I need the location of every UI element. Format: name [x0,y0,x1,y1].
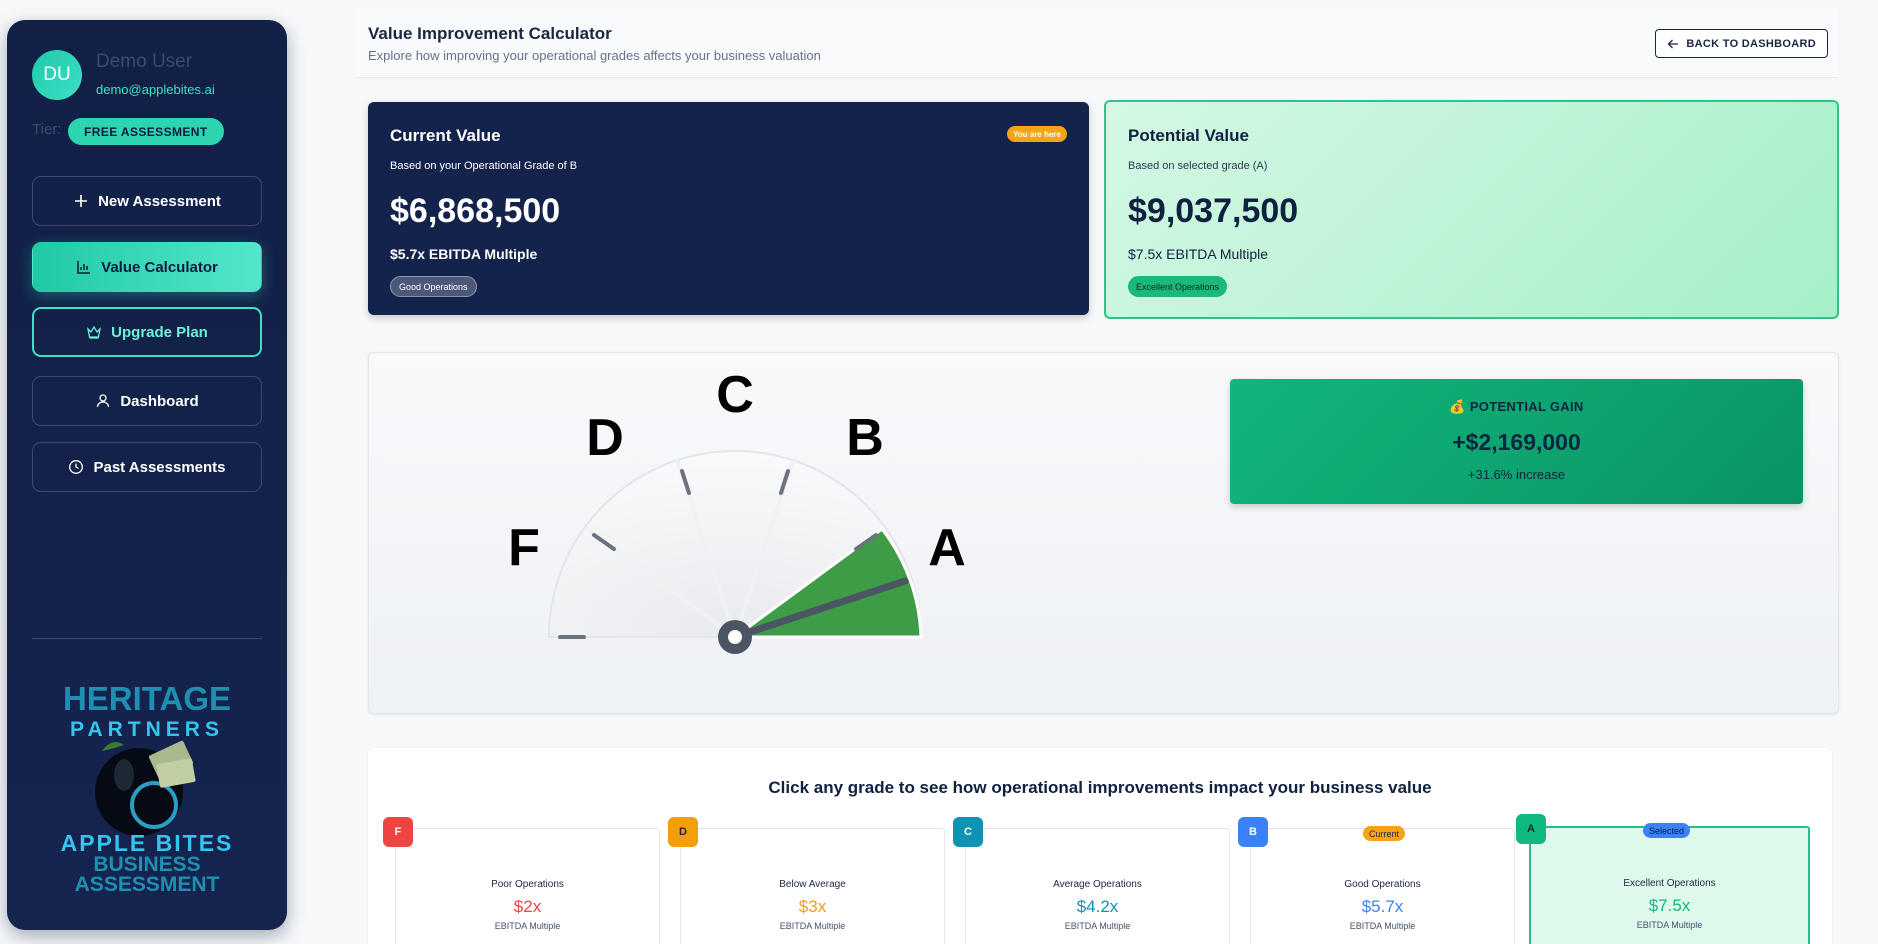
you-are-here-badge: You are here [1007,126,1067,142]
clock-icon [69,460,84,474]
plus-icon [75,195,88,207]
avatar: DU [32,50,82,100]
grade-letter-d[interactable]: D [668,817,698,847]
grade-multiple-label: EBITDA Multiple [1636,920,1703,930]
user-name: Demo User [96,51,193,72]
bar-chart-icon [77,261,91,274]
svg-text:HERITAGE: HERITAGE [63,680,231,717]
arrow-left-icon [1668,39,1679,48]
svg-text:ASSESSMENT: ASSESSMENT [75,873,220,896]
back-to-dashboard-button[interactable]: BACK TO DASHBOARD [1655,29,1828,58]
potential-gain-percent: +31.6% increase [1467,467,1566,482]
potential-value-multiple: $7.5x EBITDA Multiple [1128,246,1269,262]
grade-multiple: $4.2x [1076,897,1119,916]
current-value-amount: $6,868,500 [390,192,561,230]
grade-name: Average Operations [1053,879,1142,890]
grade-multiple: $7.5x [1648,896,1691,915]
new-assessment-button[interactable]: New Assessment [32,176,262,226]
past-assessments-button[interactable]: Past Assessments [32,442,262,492]
crown-icon [87,325,102,339]
sidebar-divider [32,638,262,639]
grade-card-a[interactable]: Excellent Operations $7.5x EBITDA Multip… [1529,826,1810,944]
value-calculator-button[interactable]: Value Calculator [32,242,262,292]
grade-multiple: $5.7x [1361,897,1404,916]
gauge-label-c: C [716,366,754,424]
potential-gain-title: 💰 POTENTIAL GAIN [1449,399,1584,414]
gauge-label-a: A [928,519,966,577]
grade-multiple-label: EBITDA Multiple [1349,921,1416,931]
grade-multiple: $3x [798,897,827,916]
user-icon [97,394,110,408]
grade-instruction: Click any grade to see how operational i… [768,778,1432,797]
grade-card-d[interactable]: Below Average $3x EBITDA Multiple [680,828,945,944]
grade-letter-f[interactable]: F [383,817,413,847]
gauge-label-d: D [586,409,624,467]
svg-text:PARTNERS: PARTNERS [70,718,224,741]
upgrade-plan-button[interactable]: Upgrade Plan [32,307,262,357]
grade-card-b[interactable]: Good Operations $5.7x EBITDA Multiple [1250,828,1515,944]
grade-multiple-label: EBITDA Multiple [779,921,846,931]
potential-value-title: Potential Value [1128,126,1249,145]
sidebar: DU Demo User demo@applebites.ai Tier: FR… [7,20,287,930]
grade-name: Poor Operations [491,879,564,890]
potential-operations-tag: Excellent Operations [1128,276,1228,297]
selected-grade-tag: Selected [1643,823,1691,838]
current-value-card: Current Value You are here Based on your… [368,102,1089,315]
grade-name: Good Operations [1344,879,1421,890]
page-title: Value Improvement Calculator [368,24,612,43]
upgrade-plan-label: Upgrade Plan [111,323,208,341]
past-assessments-label: Past Assessments [93,458,226,476]
gauge-label-b: B [846,409,884,467]
user-email: demo@applebites.ai [96,82,215,97]
value-calculator-label: Value Calculator [101,258,218,276]
heritage-partners-logo: HERITAGE PARTNERS APPLE BITES BUSINESS A… [61,680,232,896]
tier-badge: FREE ASSESSMENT [68,118,224,145]
grade-letter-b[interactable]: B [1238,817,1268,847]
tier-label: Tier: [32,121,62,138]
potential-value-subtitle: Based on selected grade (A) [1128,160,1268,172]
current-value-multiple: $5.7x EBITDA Multiple [390,246,538,262]
grade-card-f[interactable]: Poor Operations $2x EBITDA Multiple [395,828,660,944]
grade-letter-a[interactable]: A [1516,814,1546,844]
back-label: BACK TO DASHBOARD [1686,37,1816,50]
new-assessment-label: New Assessment [98,192,221,210]
page-header: Value Improvement Calculator Explore how… [356,10,1838,78]
grade-name: Excellent Operations [1623,878,1716,889]
grade-multiple-label: EBITDA Multiple [1064,921,1131,931]
current-value-subtitle: Based on your Operational Grade of B [390,160,578,172]
grade-card-c[interactable]: Average Operations $4.2x EBITDA Multiple [965,828,1230,944]
current-operations-tag: Good Operations [390,276,477,297]
potential-value-amount: $9,037,500 [1128,192,1299,230]
grade-multiple-label: EBITDA Multiple [494,921,561,931]
current-grade-tag: Current [1363,826,1406,841]
potential-gain-box: 💰 POTENTIAL GAIN +$2,169,000 +31.6% incr… [1230,379,1803,504]
page-subtitle: Explore how improving your operational g… [368,48,821,63]
grade-multiple: $2x [513,897,542,916]
dashboard-label: Dashboard [120,392,199,410]
gauge-label-f: F [508,519,540,577]
potential-value-card: Potential Value Based on selected grade … [1104,100,1839,319]
potential-gain-value: +$2,169,000 [1452,429,1581,455]
grade-letter-c[interactable]: C [953,817,983,847]
grade-name: Below Average [779,879,846,890]
current-value-title: Current Value [390,126,501,145]
dashboard-button[interactable]: Dashboard [32,376,262,426]
